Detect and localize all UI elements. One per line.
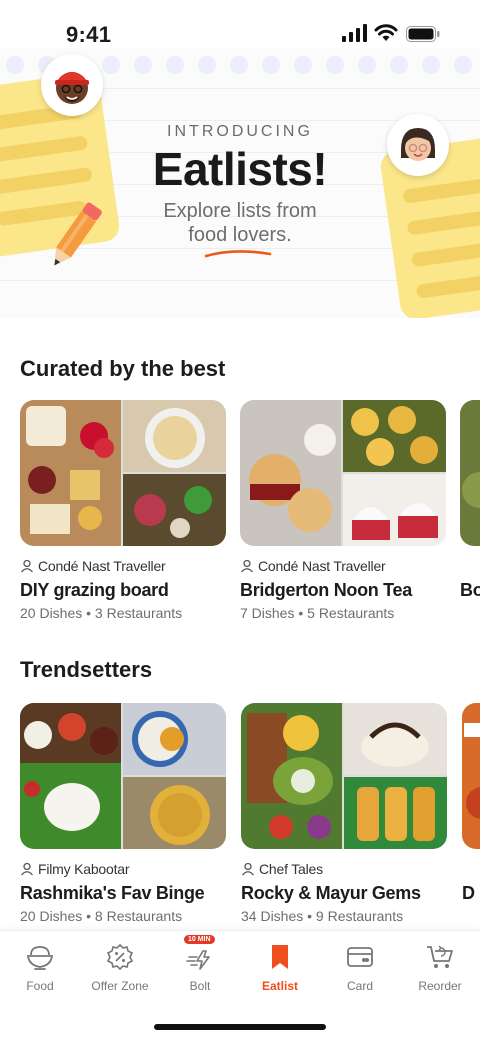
offer-badge-icon (106, 943, 134, 971)
nav-offer-zone[interactable]: Offer Zone (80, 941, 160, 993)
bolt-10min-badge: 10 MIN (184, 935, 215, 944)
card-author-name: Filmy Kabootar (38, 861, 130, 877)
card-author-name: Condé Nast Traveller (258, 558, 386, 574)
eatlist-card[interactable]: Filmy Kabootar Rashmika's Fav Binge 20 D… (20, 703, 226, 924)
bookmark-icon (272, 945, 288, 969)
card-title: Rocky & Mayur Gems (241, 883, 421, 903)
eatlist-card[interactable]: Condé Nast Traveller Bridgerton Noon Tea… (240, 400, 446, 621)
squiggle-underline (204, 250, 272, 258)
reorder-cart-icon (427, 945, 453, 968)
hero-subtitle-line1: Explore lists from (163, 200, 317, 222)
card-icon (347, 947, 373, 967)
hero-title: Eatlists! (152, 143, 328, 195)
card-title: D (462, 883, 475, 903)
eatlists-hero-banner[interactable]: INTRODUCING Eatlists! Explore lists from… (0, 48, 480, 318)
nav-food[interactable]: Food (0, 941, 80, 993)
card-title: DIY grazing board (20, 580, 169, 600)
battery-icon (406, 26, 440, 42)
nav-reorder[interactable]: Reorder (400, 941, 480, 993)
card-title: Bridgerton Noon Tea (240, 580, 412, 600)
wifi-icon (374, 24, 398, 41)
person-icon (242, 862, 254, 876)
food-collage-image (240, 400, 446, 546)
eatlist-card[interactable]: Condé Nast Traveller DIY grazing board 2… (20, 400, 226, 621)
card-meta: 20 Dishes • 8 Restaurants (20, 908, 183, 924)
nav-card-label: Card (346, 979, 373, 993)
hero-subtitle-line2: food lovers. (188, 224, 292, 246)
card-author (460, 558, 480, 574)
nav-bolt[interactable]: 10 MIN Bolt (160, 935, 240, 993)
card-author: Condé Nast Traveller (20, 558, 226, 574)
food-collage-image (460, 400, 480, 546)
food-bowl-icon (26, 946, 54, 970)
cellular-signal-icon (342, 24, 367, 42)
food-collage-image (20, 703, 226, 849)
card-author: Chef Tales (241, 861, 447, 877)
avatar-left (41, 54, 103, 116)
eatlist-card-partial[interactable]: D (462, 703, 480, 908)
man-with-cap-avatar-icon (55, 72, 89, 104)
card-title: Bo (460, 580, 480, 600)
card-meta: 7 Dishes • 5 Restaurants (240, 605, 395, 621)
card-author (462, 861, 480, 877)
food-collage-image (462, 703, 480, 849)
hero-kicker: INTRODUCING (167, 123, 313, 140)
food-collage-image (241, 703, 447, 849)
section-title-curated: Curated by the best (20, 356, 226, 381)
section-title-trendsetters: Trendsetters (20, 657, 153, 682)
nav-offer-zone-label: Offer Zone (91, 979, 149, 993)
card-meta: 34 Dishes • 9 Restaurants (241, 908, 404, 924)
nav-food-label: Food (26, 979, 54, 993)
nav-bolt-label: Bolt (189, 979, 211, 993)
card-title: Rashmika's Fav Binge (20, 883, 205, 903)
nav-eatlist-label: Eatlist (261, 979, 298, 993)
person-icon (21, 559, 33, 573)
food-collage-image (20, 400, 226, 546)
card-author-name: Chef Tales (259, 861, 323, 877)
bolt-icon (186, 950, 210, 970)
card-author: Filmy Kabootar (20, 861, 226, 877)
person-icon (241, 559, 253, 573)
card-meta: 20 Dishes • 3 Restaurants (20, 605, 183, 621)
status-time: 9:41 (66, 22, 112, 47)
nav-reorder-label: Reorder (418, 979, 462, 993)
card-author: Condé Nast Traveller (240, 558, 446, 574)
nav-eatlist[interactable]: Eatlist (240, 941, 320, 993)
person-icon (21, 862, 33, 876)
eatlist-card[interactable]: Chef Tales Rocky & Mayur Gems 34 Dishes … (241, 703, 447, 924)
nav-card[interactable]: Card (320, 941, 400, 993)
card-author-name: Condé Nast Traveller (38, 558, 166, 574)
home-indicator[interactable] (154, 1024, 326, 1030)
eatlist-card-partial[interactable]: Bo (460, 400, 480, 605)
